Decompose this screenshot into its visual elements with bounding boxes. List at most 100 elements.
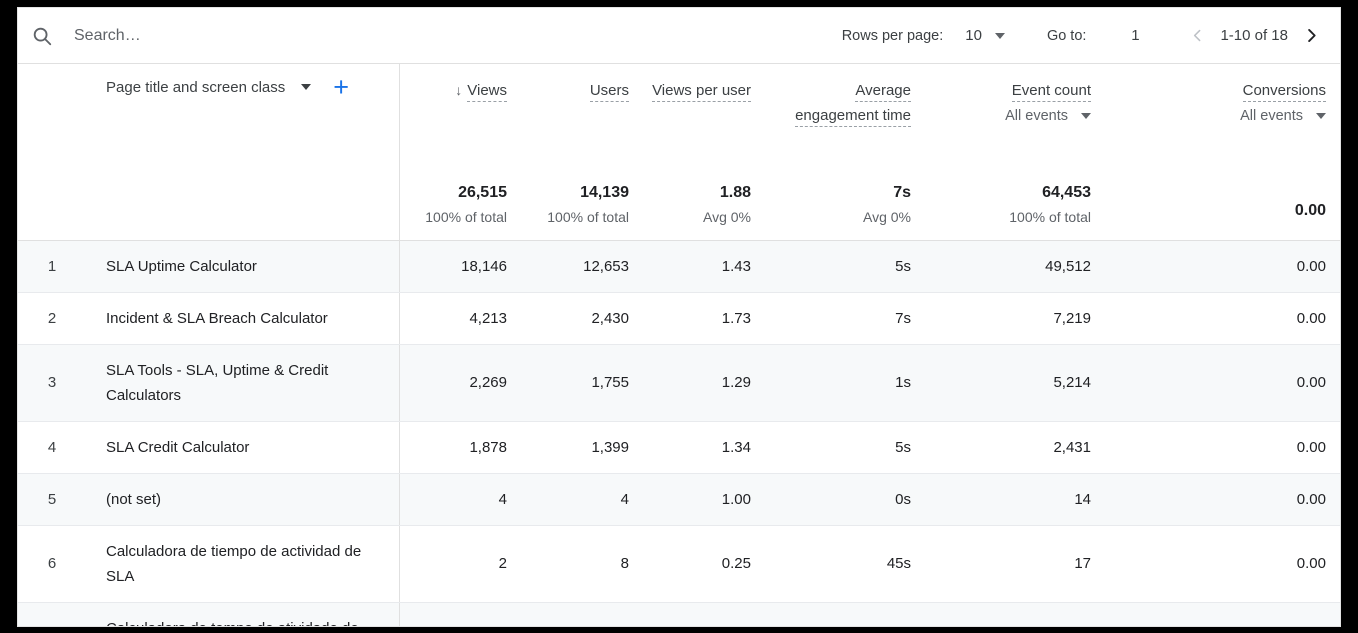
- table-row[interactable]: 3 SLA Tools - SLA, Uptime & Credit Calcu…: [18, 344, 1340, 421]
- row-conversions: 0.00: [1105, 240, 1340, 292]
- plus-icon[interactable]: +: [333, 78, 349, 96]
- row-event-count: 49,512: [925, 240, 1105, 292]
- row-dimension[interactable]: SLA Credit Calculator: [86, 421, 399, 473]
- conversions-filter-select[interactable]: All events: [1111, 108, 1326, 124]
- row-index: 3: [18, 344, 86, 421]
- row-average-engagement-time: 16s: [765, 602, 925, 626]
- column-header-users: Users: [521, 64, 643, 174]
- event-count-filter-select[interactable]: All events: [931, 108, 1091, 124]
- row-users: 12,653: [521, 240, 643, 292]
- chevron-down-icon: [1081, 113, 1091, 119]
- metric-label[interactable]: Views: [467, 82, 507, 102]
- row-dimension[interactable]: Incident & SLA Breach Calculator: [86, 292, 399, 344]
- arrow-down-icon[interactable]: ↓: [455, 82, 462, 98]
- row-users: 1,755: [521, 344, 643, 421]
- event-count-filter-value: All events: [1005, 108, 1068, 124]
- row-conversions: 0.00: [1105, 292, 1340, 344]
- row-event-count: 25: [925, 602, 1105, 626]
- row-views-per-user: 0.11: [643, 602, 765, 626]
- row-event-count: 14: [925, 473, 1105, 525]
- table-toolbar: Rows per page: 10 Go to: 1-10 of 18: [18, 8, 1340, 64]
- metric-label[interactable]: Event count: [1012, 82, 1091, 102]
- row-views: 4,213: [399, 292, 521, 344]
- row-views: 2: [399, 525, 521, 602]
- row-views-per-user: 0.25: [643, 525, 765, 602]
- dimension-label[interactable]: Page title and screen class: [106, 79, 285, 96]
- row-views-per-user: 1.29: [643, 344, 765, 421]
- row-event-count: 5,214: [925, 344, 1105, 421]
- column-header-conversions: Conversions All events: [1105, 64, 1340, 174]
- chevron-down-icon: [995, 33, 1005, 39]
- row-index: 2: [18, 292, 86, 344]
- row-conversions: 0.00: [1105, 473, 1340, 525]
- row-dimension[interactable]: SLA Tools - SLA, Uptime & Credit Calcula…: [86, 344, 399, 421]
- row-views-per-user: 1.73: [643, 292, 765, 344]
- row-average-engagement-time: 5s: [765, 421, 925, 473]
- table-row[interactable]: 7 Calculadora de tempo de atividade de S…: [18, 602, 1340, 626]
- row-users: 9: [521, 602, 643, 626]
- totals-value: 0.00: [1111, 201, 1326, 221]
- row-index: 7: [18, 602, 86, 626]
- totals-average-engagement-time: 7s Avg 0%: [765, 174, 925, 240]
- row-dimension[interactable]: (not set): [86, 473, 399, 525]
- metric-label[interactable]: Average engagement time: [795, 82, 911, 127]
- metric-label[interactable]: Views per user: [652, 82, 751, 102]
- row-views: 4: [399, 473, 521, 525]
- totals-event-count: 64,453 100% of total: [925, 174, 1105, 240]
- totals-value: 64,453: [931, 183, 1091, 203]
- chevron-left-icon: [1189, 27, 1206, 44]
- previous-page-button[interactable]: [1182, 21, 1212, 51]
- metric-label[interactable]: Users: [590, 82, 629, 102]
- totals-value: 26,515: [406, 183, 508, 203]
- next-page-button[interactable]: [1296, 21, 1326, 51]
- goto-input[interactable]: [1124, 27, 1146, 44]
- page-range-text: 1-10 of 18: [1220, 27, 1288, 44]
- row-views-per-user: 1.34: [643, 421, 765, 473]
- row-conversions: 0.00: [1105, 602, 1340, 626]
- row-event-count: 17: [925, 525, 1105, 602]
- search-input[interactable]: [74, 22, 694, 50]
- row-users: 1,399: [521, 421, 643, 473]
- chevron-down-icon: [1316, 113, 1326, 119]
- row-average-engagement-time: 45s: [765, 525, 925, 602]
- totals-conversions: 0.00: [1105, 174, 1340, 240]
- table-row[interactable]: 2 Incident & SLA Breach Calculator 4,213…: [18, 292, 1340, 344]
- table-row[interactable]: 5 (not set) 4 4 1.00 0s 14 0.00: [18, 473, 1340, 525]
- row-dimension[interactable]: Calculadora de tempo de atividade de SLA: [86, 602, 399, 626]
- totals-dimension-cell: [86, 174, 399, 240]
- totals-sub: 100% of total: [406, 208, 508, 226]
- chevron-down-icon[interactable]: [301, 84, 311, 90]
- search-icon[interactable]: [30, 24, 54, 48]
- table-header: Page title and screen class + ↓ Views Use…: [18, 64, 1340, 240]
- chevron-right-icon: [1302, 26, 1321, 45]
- totals-users: 14,139 100% of total: [521, 174, 643, 240]
- table-row[interactable]: 4 SLA Credit Calculator 1,878 1,399 1.34…: [18, 421, 1340, 473]
- column-header-event-count: Event count All events: [925, 64, 1105, 174]
- conversions-filter-value: All events: [1240, 108, 1303, 124]
- row-dimension[interactable]: Calculadora de tiempo de actividad de SL…: [86, 525, 399, 602]
- totals-index-cell: [18, 174, 86, 240]
- row-index: 1: [18, 240, 86, 292]
- row-conversions: 0.00: [1105, 421, 1340, 473]
- rows-per-page-select[interactable]: 10: [965, 27, 1005, 44]
- row-views-per-user: 1.43: [643, 240, 765, 292]
- row-average-engagement-time: 0s: [765, 473, 925, 525]
- table-body: 1 SLA Uptime Calculator 18,146 12,653 1.…: [18, 240, 1340, 626]
- index-column-header: [18, 64, 86, 174]
- column-header-views: ↓ Views: [399, 64, 521, 174]
- metric-label[interactable]: Conversions: [1243, 82, 1326, 102]
- totals-row: 26,515 100% of total 14,139 100% of tota…: [18, 174, 1340, 240]
- totals-views-per-user: 1.88 Avg 0%: [643, 174, 765, 240]
- row-views: 1,878: [399, 421, 521, 473]
- table-row[interactable]: 1 SLA Uptime Calculator 18,146 12,653 1.…: [18, 240, 1340, 292]
- row-index: 6: [18, 525, 86, 602]
- row-dimension[interactable]: SLA Uptime Calculator: [86, 240, 399, 292]
- rows-per-page-value: 10: [965, 27, 982, 44]
- table-row[interactable]: 6 Calculadora de tiempo de actividad de …: [18, 525, 1340, 602]
- row-views: 18,146: [399, 240, 521, 292]
- totals-value: 1.88: [649, 183, 751, 203]
- totals-value: 7s: [771, 183, 911, 203]
- row-average-engagement-time: 1s: [765, 344, 925, 421]
- pagination-controls: Rows per page: 10 Go to: 1-10 of 18: [842, 21, 1340, 51]
- row-index: 5: [18, 473, 86, 525]
